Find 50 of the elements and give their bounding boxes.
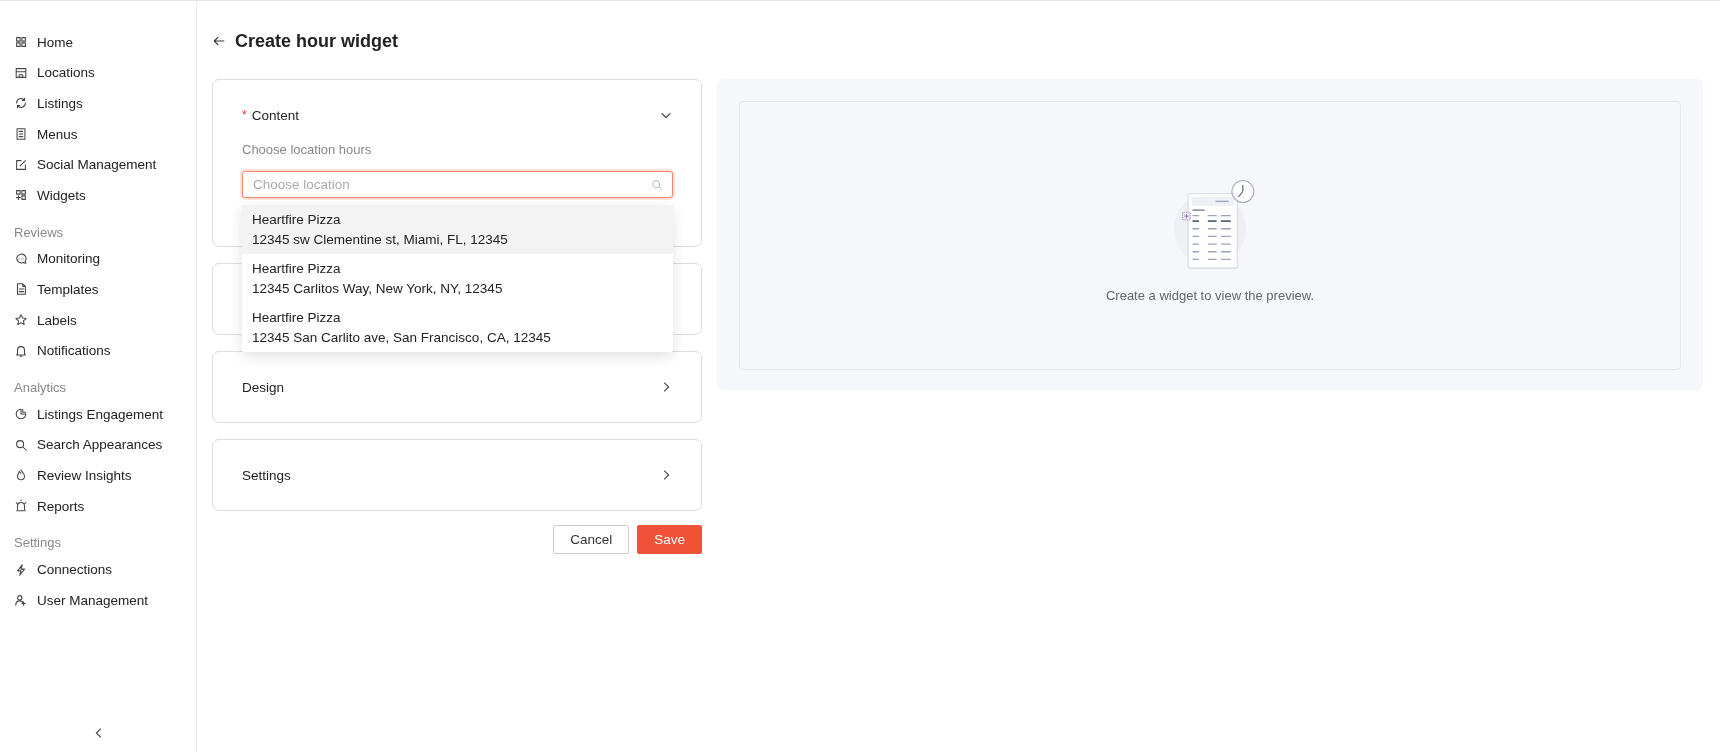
nav-icon bbox=[14, 157, 28, 172]
nav-icon bbox=[14, 251, 28, 266]
sidebar-item[interactable]: Review Insights bbox=[14, 460, 196, 491]
save-button[interactable]: Save bbox=[637, 525, 702, 554]
sidebar-item[interactable]: Listings bbox=[14, 88, 196, 119]
sidebar-item[interactable]: Connections bbox=[14, 554, 196, 585]
sidebar-item[interactable]: Home bbox=[14, 27, 196, 58]
sidebar-item[interactable]: Notifications bbox=[14, 335, 196, 366]
section-title[interactable]: Design bbox=[242, 379, 285, 395]
sidebar-item[interactable]: Menus bbox=[14, 118, 196, 150]
required-asterisk: * bbox=[242, 108, 247, 122]
sidebar-item[interactable]: Reports bbox=[14, 490, 196, 522]
sidebar-item[interactable]: User Management bbox=[14, 584, 196, 616]
nav-icon bbox=[14, 313, 28, 328]
nav-icon bbox=[14, 593, 28, 608]
nav-icon bbox=[14, 188, 28, 203]
sidebar-item[interactable]: Social Management bbox=[14, 149, 196, 180]
sidebar-item[interactable]: Locations bbox=[14, 57, 196, 89]
location-search-field[interactable]: Choose location bbox=[242, 171, 673, 198]
field-label: Choose location hours bbox=[242, 142, 373, 157]
sidebar-item[interactable]: Search Appearances bbox=[14, 429, 196, 461]
sidebar-item[interactable]: Labels bbox=[14, 304, 196, 336]
section-heading: Reviews bbox=[14, 224, 65, 240]
nav-icon bbox=[14, 127, 28, 142]
location-option[interactable]: Heartfire Pizza 12345 sw Clementine st, Miami, FL, 12345 bbox=[242, 205, 673, 254]
location-option[interactable]: Heartfire Pizza 12345 Carlitos Way, New York, NY, 12345 bbox=[242, 254, 673, 303]
nav-icon bbox=[14, 437, 28, 452]
nav-icon bbox=[14, 96, 28, 111]
sidebar-item[interactable]: Templates bbox=[14, 274, 196, 305]
sidebar-item[interactable]: Widgets bbox=[14, 179, 196, 211]
nav-icon bbox=[14, 499, 28, 513]
nav-icon bbox=[14, 282, 28, 297]
location-option[interactable]: Heartfire Pizza 12345 San Carlito ave, San Francisco, CA, 12345 bbox=[242, 303, 673, 352]
preview-message: Create a widget to view the preview. bbox=[1105, 288, 1315, 303]
nav-icon bbox=[14, 343, 28, 358]
section-title[interactable]: Settings bbox=[242, 467, 291, 483]
back-arrow-icon[interactable] bbox=[212, 34, 226, 48]
nav-icon bbox=[14, 562, 28, 577]
sidebar-item[interactable]: Listings Engagement bbox=[14, 398, 196, 430]
section-heading: Settings bbox=[14, 535, 62, 551]
section-title[interactable]: Content bbox=[251, 107, 299, 123]
nav-icon bbox=[14, 407, 28, 422]
page-title: Create hour widget bbox=[235, 30, 399, 52]
search-icon bbox=[651, 179, 663, 191]
sidebar-item[interactable]: Monitoring bbox=[14, 243, 196, 275]
nav-icon bbox=[14, 65, 28, 80]
nav-icon bbox=[14, 468, 28, 483]
cancel-button[interactable]: Cancel bbox=[553, 525, 630, 554]
section-heading: Analytics bbox=[14, 379, 68, 395]
nav-icon bbox=[14, 35, 28, 50]
